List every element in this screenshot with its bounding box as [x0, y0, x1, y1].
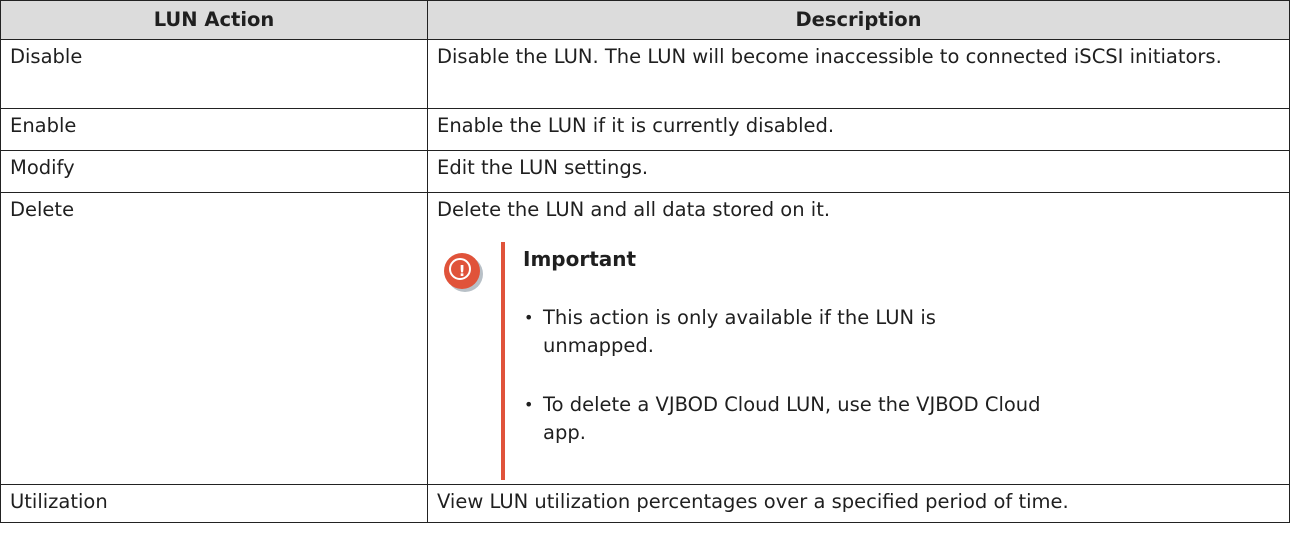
header-lun-action: LUN Action [0, 0, 428, 40]
exclamation-icon: ! [444, 253, 480, 289]
table-row: Enable Enable the LUN if it is currently… [0, 108, 1290, 151]
action-cell: Utilization [0, 484, 428, 523]
header-description: Description [427, 0, 1290, 40]
table-row: Disable Disable the LUN. The LUN will be… [0, 39, 1290, 109]
table-row: Delete Delete the LUN and all data store… [0, 192, 1290, 485]
list-item: This action is only available if the LUN… [523, 304, 1043, 360]
list-item: To delete a VJBOD Cloud LUN, use the VJB… [523, 391, 1043, 447]
description-cell: Delete the LUN and all data stored on it… [427, 192, 1290, 485]
description-cell: Edit the LUN settings. [427, 150, 1290, 193]
lun-actions-table: LUN Action Description Disable Disable t… [0, 0, 1290, 523]
note-list: This action is only available if the LUN… [523, 304, 1043, 478]
description-cell: Disable the LUN. The LUN will become ina… [427, 39, 1290, 109]
description-cell: Enable the LUN if it is currently disabl… [427, 108, 1290, 151]
description-text: Delete the LUN and all data stored on it… [437, 198, 831, 221]
table-row: Modify Edit the LUN settings. [0, 150, 1290, 193]
table-row: Utilization View LUN utilization percent… [0, 484, 1290, 523]
important-note: ! Important This action is only availabl… [437, 242, 1289, 480]
action-cell: Disable [0, 39, 428, 109]
action-cell: Enable [0, 108, 428, 151]
note-accent-bar [501, 242, 505, 480]
description-cell: View LUN utilization percentages over a … [427, 484, 1290, 523]
action-cell: Delete [0, 192, 428, 485]
action-cell: Modify [0, 150, 428, 193]
note-title: Important [523, 247, 637, 271]
table-header-row: LUN Action Description [0, 0, 1290, 40]
